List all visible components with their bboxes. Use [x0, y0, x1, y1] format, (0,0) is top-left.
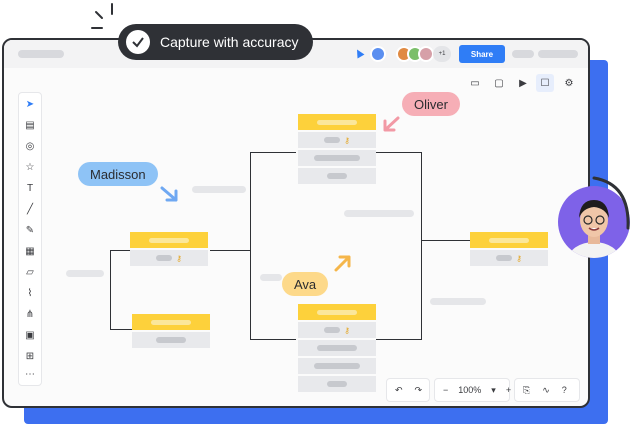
line-icon[interactable]: ╱ — [23, 202, 37, 216]
settings-icon[interactable]: ⚙ — [560, 74, 578, 92]
text-placeholder — [192, 186, 246, 193]
share-button[interactable]: Share — [459, 45, 505, 63]
export-icon[interactable]: ⎘ — [523, 385, 530, 396]
collaborator-avatar[interactable] — [418, 46, 434, 62]
tool-rail: ➤ ▤ ◎ ☆ T ╱ ✎ ▦ ▱ ⌇ ⋔ ▣ ⊞ ⋯ — [18, 92, 42, 386]
key-icon: ⚷ — [344, 325, 350, 335]
diagram-icon[interactable]: ⋔ — [23, 307, 37, 321]
sparkle-icon — [91, 3, 113, 29]
card-row: ⚷ — [130, 248, 208, 266]
chevron-down-icon[interactable]: ▾ — [491, 385, 496, 396]
cursor-arrow-icon — [334, 255, 351, 272]
chat-icon[interactable]: ☐ — [536, 74, 554, 92]
utility-tools: ⎘ ∿ ? — [514, 378, 580, 402]
entity-card[interactable] — [132, 314, 210, 348]
collaborator-label-oliver: Oliver — [402, 92, 460, 116]
connector — [422, 240, 470, 241]
text-placeholder — [260, 274, 282, 281]
card-row — [298, 166, 376, 184]
note-icon[interactable]: ▤ — [23, 118, 37, 132]
card-header — [130, 232, 208, 248]
card-row — [298, 148, 376, 166]
collaborator-count[interactable]: +1 — [433, 46, 451, 62]
undo-icon[interactable]: ↶ — [395, 385, 403, 396]
entity-card[interactable]: ⚷ — [470, 232, 548, 266]
entity-card[interactable]: ⚷ — [298, 304, 376, 392]
zoom-in-button[interactable]: + — [506, 385, 511, 395]
presenter-ring — [592, 176, 630, 230]
activity-icon[interactable]: ∿ — [542, 385, 550, 396]
star-icon[interactable]: ☆ — [23, 160, 37, 174]
card-header — [298, 114, 376, 130]
key-icon: ⚷ — [176, 253, 182, 263]
undo-redo-group: ↶ ↷ — [386, 378, 430, 402]
callout-text: Capture with accuracy — [160, 34, 299, 50]
chart-icon[interactable]: ⌇ — [23, 286, 37, 300]
redo-icon[interactable]: ↷ — [415, 385, 423, 396]
video-icon[interactable]: ▶ — [514, 74, 532, 92]
header-placeholder — [18, 50, 64, 58]
collaborator-label-madisson: Madisson — [78, 162, 158, 186]
cursor-arrow-icon — [383, 116, 400, 132]
whiteboard-window: +1 Share ▭ ▢ ▶ ☐ ⚙ ➤ ▤ ◎ ☆ T ╱ ✎ ▦ ▱ ⌇ ⋔… — [2, 38, 590, 408]
header-placeholder — [512, 50, 534, 58]
card-row — [298, 338, 376, 356]
card-row: ⚷ — [298, 320, 376, 338]
feature-callout: Capture with accuracy — [118, 24, 313, 60]
check-icon — [126, 30, 150, 54]
connector — [210, 250, 250, 251]
text-placeholder — [344, 210, 414, 217]
cursor-icon — [353, 47, 365, 59]
card-header — [470, 232, 548, 248]
help-icon[interactable]: ? — [562, 385, 567, 395]
pen-icon[interactable]: ✎ — [23, 223, 37, 237]
card-row: ⚷ — [470, 248, 548, 266]
entity-card[interactable]: ⚷ — [298, 114, 376, 184]
header-placeholder — [538, 50, 578, 58]
key-icon: ⚷ — [344, 135, 350, 145]
stage: +1 Share ▭ ▢ ▶ ☐ ⚙ ➤ ▤ ◎ ☆ T ╱ ✎ ▦ ▱ ⌇ ⋔… — [0, 0, 640, 426]
sticky-icon[interactable]: ▱ — [23, 265, 37, 279]
more-icon[interactable]: ⋯ — [23, 367, 37, 381]
zoom-out-button[interactable]: − — [443, 385, 448, 395]
cursor-arrow-icon — [160, 186, 178, 202]
card-row — [132, 330, 210, 348]
entity-card[interactable]: ⚷ — [130, 232, 208, 266]
text-placeholder — [66, 270, 104, 277]
shapes-icon[interactable]: ◎ — [23, 139, 37, 153]
card-header — [298, 304, 376, 320]
connector — [374, 152, 422, 340]
comment-icon[interactable]: ▢ — [490, 74, 508, 92]
layers-icon[interactable]: ▭ — [466, 74, 484, 92]
card-row — [298, 374, 376, 392]
table-icon[interactable]: ▦ — [23, 244, 37, 258]
text-icon[interactable]: T — [23, 181, 37, 195]
card-row — [298, 356, 376, 374]
connector — [110, 250, 132, 330]
embed-icon[interactable]: ⊞ — [23, 349, 37, 363]
key-icon: ⚷ — [516, 253, 522, 263]
collaborator-avatar[interactable] — [370, 46, 386, 62]
image-icon[interactable]: ▣ — [23, 328, 37, 342]
text-placeholder — [430, 298, 486, 305]
zoom-level[interactable]: 100% — [458, 385, 481, 395]
pointer-icon[interactable]: ➤ — [23, 97, 37, 111]
card-header — [132, 314, 210, 330]
connector — [250, 152, 296, 340]
zoom-controls: − 100% ▾ + — [434, 378, 511, 402]
collaborator-label-ava: Ava — [282, 272, 329, 296]
card-row: ⚷ — [298, 130, 376, 148]
